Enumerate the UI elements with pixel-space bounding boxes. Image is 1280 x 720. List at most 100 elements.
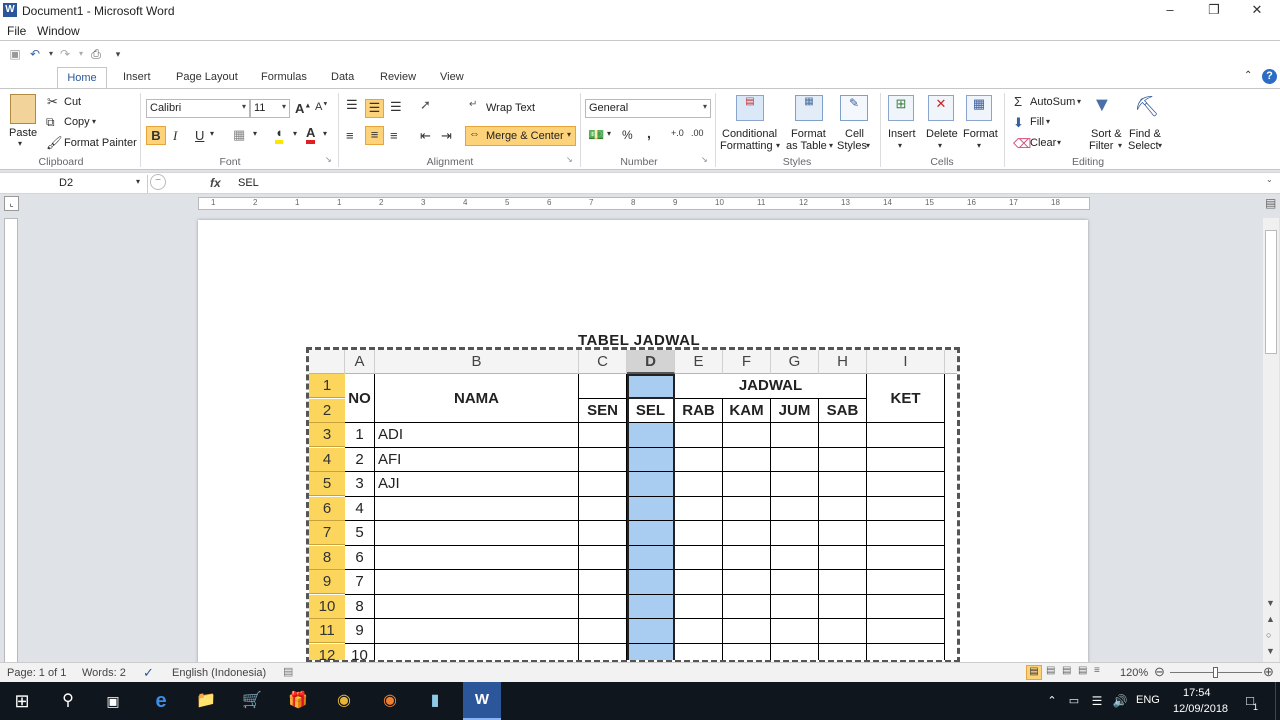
cell-f[interactable] <box>723 472 771 497</box>
notes-app-icon[interactable]: ▮ <box>423 689 447 713</box>
cell-f[interactable] <box>723 423 771 448</box>
menu-window[interactable]: Window <box>37 24 80 38</box>
chevron-down-icon[interactable]: ▾ <box>1057 138 1061 147</box>
cell-nama[interactable]: ADI <box>375 423 579 448</box>
fx-icon[interactable]: fx <box>210 176 221 190</box>
chrome-browser-icon[interactable]: ◉ <box>332 689 356 713</box>
cell-c[interactable] <box>579 472 627 497</box>
cell-h[interactable] <box>819 447 867 472</box>
full-screen-view-icon[interactable]: ▤ <box>1046 665 1055 676</box>
cell-g[interactable] <box>771 619 819 644</box>
chevron-down-icon[interactable]: ▾ <box>866 141 870 150</box>
chevron-down-icon[interactable]: ▾ <box>776 141 780 150</box>
column-header-c[interactable]: C <box>579 350 627 374</box>
collapse-ribbon-icon[interactable]: ⌃ <box>1244 70 1252 81</box>
zoom-level[interactable]: 120% <box>1120 667 1148 679</box>
header-jadwal[interactable]: JADWAL <box>675 374 867 399</box>
expand-formula-icon[interactable]: − <box>150 174 166 190</box>
page-count[interactable]: Page: 1 of 1 <box>7 667 66 679</box>
currency-icon[interactable]: 💵 <box>588 127 604 143</box>
cell-g[interactable] <box>771 643 819 660</box>
cell-nama[interactable]: AFI <box>375 447 579 472</box>
notification-icon[interactable]: □ <box>1238 689 1262 713</box>
align-center-icon[interactable]: ≡ <box>365 126 384 145</box>
cell-no[interactable]: 8 <box>345 594 375 619</box>
save-icon[interactable]: ▣ <box>8 47 22 61</box>
comma-button[interactable]: , <box>647 125 651 141</box>
font-color-icon[interactable]: A <box>306 125 316 144</box>
column-header-g[interactable]: G <box>771 350 819 374</box>
row-header[interactable]: 3 <box>309 423 345 447</box>
cell-i[interactable] <box>867 594 945 619</box>
tray-chevron-icon[interactable]: ⌃ <box>1040 689 1064 713</box>
cell-c[interactable] <box>579 496 627 521</box>
header-day-kam[interactable]: KAM <box>723 398 771 423</box>
web-layout-view-icon[interactable]: ▤ <box>1062 665 1071 676</box>
font-name-combo[interactable]: Calibri ▾ <box>146 99 250 118</box>
currency-dropdown-icon[interactable]: ▾ <box>607 129 611 138</box>
cell-c[interactable] <box>579 447 627 472</box>
cell-no[interactable]: 5 <box>345 521 375 546</box>
bold-button[interactable]: B <box>146 126 166 145</box>
chevron-down-icon[interactable]: ▾ <box>977 141 981 150</box>
align-top-icon[interactable]: ☰ <box>346 97 358 113</box>
print-layout-view-icon[interactable]: ▤ <box>1026 665 1042 680</box>
previous-page-icon[interactable]: ▲ <box>1266 614 1275 624</box>
cell-h[interactable] <box>819 545 867 570</box>
font-size-combo[interactable]: 11 ▾ <box>250 99 290 118</box>
cell-c[interactable] <box>579 570 627 595</box>
paste-dropdown-icon[interactable]: ▾ <box>18 139 22 148</box>
cell-i[interactable] <box>867 570 945 595</box>
copy-dropdown-icon[interactable]: ▾ <box>92 117 96 126</box>
cell-g[interactable] <box>771 594 819 619</box>
chevron-down-icon[interactable]: ▾ <box>1118 141 1122 150</box>
column-header-h[interactable]: H <box>819 350 867 374</box>
increase-indent-icon[interactable]: ⇥ <box>441 128 452 144</box>
file-explorer-icon[interactable]: 📁 <box>194 689 218 713</box>
increase-decimal-icon[interactable]: +.0 <box>671 128 684 138</box>
italic-button[interactable]: I <box>173 128 177 144</box>
macro-record-icon[interactable]: ▤ <box>283 665 293 678</box>
formula-bar-expand-icon[interactable]: ⌄ <box>1266 175 1273 184</box>
scroll-thumb[interactable] <box>1265 230 1277 354</box>
fill-color-dropdown-icon[interactable]: ▾ <box>293 129 297 138</box>
cut-button[interactable]: Cut <box>64 96 81 108</box>
dialog-launcher-icon[interactable]: ↘ <box>566 155 573 164</box>
insert-cells-button[interactable]: Insert <box>888 128 916 140</box>
cell-nama[interactable] <box>375 619 579 644</box>
cell-f[interactable] <box>723 521 771 546</box>
print-preview-icon[interactable]: ⎙ <box>89 47 103 61</box>
shrink-font-icon[interactable]: A▼ <box>315 101 328 113</box>
cell-g[interactable] <box>771 545 819 570</box>
borders-icon[interactable]: ▦ <box>233 127 245 143</box>
cell-no[interactable]: 2 <box>345 447 375 472</box>
word-taskbar-icon[interactable]: W <box>463 682 501 720</box>
input-language[interactable]: ENG <box>1136 694 1160 706</box>
tab-page-layout[interactable]: Page Layout <box>176 71 238 83</box>
tab-insert[interactable]: Insert <box>123 71 151 83</box>
language-indicator[interactable]: English (Indonesia) <box>172 667 266 679</box>
tab-formulas[interactable]: Formulas <box>261 71 307 83</box>
cell-e[interactable] <box>675 447 723 472</box>
cell-i[interactable] <box>867 619 945 644</box>
outline-view-icon[interactable]: ▤ <box>1078 665 1087 676</box>
cell-nama[interactable] <box>375 545 579 570</box>
redo-dropdown-icon[interactable]: ▾ <box>74 47 88 61</box>
align-left-icon[interactable]: ≡ <box>346 128 354 143</box>
next-page-icon[interactable]: ▼ <box>1266 646 1275 656</box>
battery-icon[interactable]: ▭ <box>1062 689 1086 713</box>
tab-home[interactable]: Home <box>57 67 107 89</box>
cell-nama[interactable] <box>375 643 579 660</box>
show-desktop-button[interactable] <box>1275 682 1280 720</box>
row-header[interactable]: 10 <box>309 594 345 619</box>
scroll-down-icon[interactable]: ▼ <box>1266 598 1275 608</box>
wifi-icon[interactable]: ☰ <box>1085 689 1109 713</box>
clear-button[interactable]: Clear <box>1030 137 1056 149</box>
cell-f[interactable] <box>723 643 771 660</box>
sort-filter-label-1[interactable]: Sort & <box>1091 128 1122 140</box>
cell-e[interactable] <box>675 619 723 644</box>
chevron-down-icon[interactable]: ▾ <box>1046 117 1050 126</box>
cell-e[interactable] <box>675 521 723 546</box>
cell-styles-label-2[interactable]: Styles <box>837 140 867 152</box>
cell-i[interactable] <box>867 521 945 546</box>
